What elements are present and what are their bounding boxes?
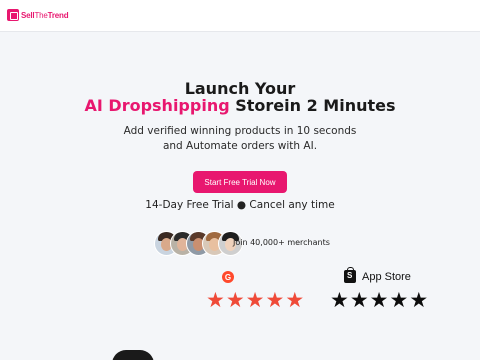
star-icon: ★	[225, 288, 245, 312]
logo-text: SellTheTrend	[21, 10, 69, 20]
hero-person-image	[112, 350, 154, 360]
g2-logo-icon: G	[222, 271, 234, 283]
star-icon: ★	[285, 288, 305, 312]
shopify-bag-icon	[344, 267, 356, 283]
app-store-star-rating: ★ ★ ★ ★ ★	[330, 290, 429, 311]
star-icon: ★	[349, 288, 369, 312]
g2-star-rating: ★ ★ ★ ★ ★	[206, 290, 305, 311]
star-icon: ★	[330, 288, 349, 312]
start-free-trial-button[interactable]: Start Free Trial Now	[193, 171, 287, 193]
star-icon: ★	[245, 288, 265, 312]
hero-title-rest: Storein 2 Minutes	[229, 96, 396, 115]
star-icon: ★	[206, 288, 225, 312]
top-navbar: SellTheTrend	[0, 0, 480, 32]
hero-subtitle-line1: Add verified winning products in 10 seco…	[123, 125, 357, 137]
app-store-label: App Store	[362, 270, 411, 283]
trial-note: 14-Day Free Trial ● Cancel any time	[145, 199, 335, 211]
join-merchants-text: Join 40,000+ merchants	[233, 238, 330, 247]
hero-title-accent: AI Dropshipping	[84, 96, 230, 115]
logo-icon	[7, 9, 19, 21]
star-icon: ★	[265, 288, 285, 312]
star-icon: ★	[369, 288, 389, 312]
shopify-app-store-badge[interactable]: App Store	[344, 267, 411, 283]
merchant-avatars	[154, 231, 243, 256]
star-icon: ★	[389, 288, 409, 312]
star-icon: ★	[409, 288, 429, 312]
hero-title-line2: AI Dropshipping Storein 2 Minutes	[0, 96, 480, 115]
brand-logo[interactable]: SellTheTrend	[7, 9, 69, 21]
hero-subtitle-line2: and Automate orders with AI.	[162, 140, 318, 152]
